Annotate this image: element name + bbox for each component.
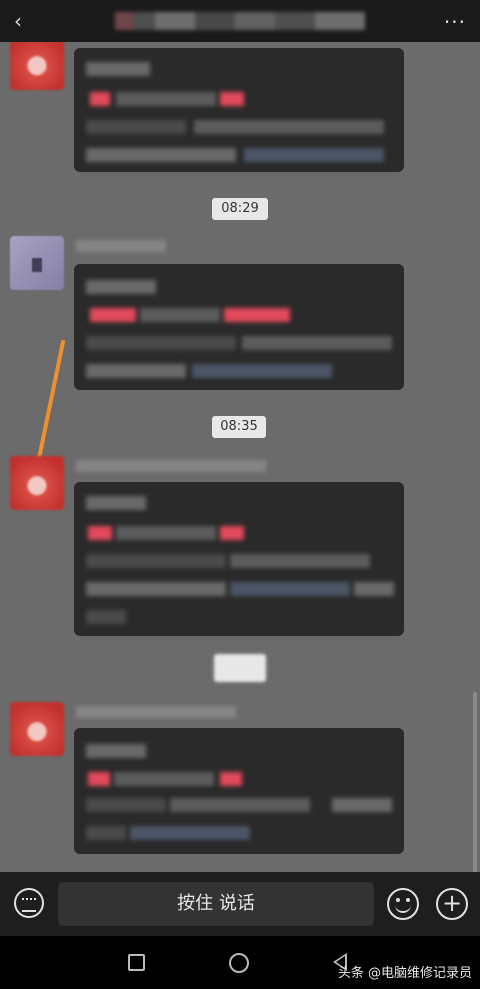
timestamp: 08:35: [212, 416, 266, 438]
message-bubble[interactable]: [74, 728, 404, 854]
hold-to-talk-button[interactable]: 按住 说话: [58, 882, 374, 926]
system-nav-bar: 头条 @电脑维修记录员: [0, 936, 480, 989]
keyboard-toggle-icon[interactable]: [14, 888, 44, 918]
watermark: 头条 @电脑维修记录员: [337, 966, 472, 981]
top-bar: ‹ ···: [0, 0, 480, 42]
avatar[interactable]: [10, 42, 64, 90]
avatar[interactable]: [10, 702, 64, 756]
home-icon[interactable]: [229, 953, 249, 973]
sender-name-redacted: [76, 240, 166, 252]
message-bubble[interactable]: [74, 48, 404, 172]
emoji-icon[interactable]: [387, 888, 419, 920]
sender-name-redacted: [76, 460, 266, 472]
chat-title-redacted: [115, 12, 365, 30]
message-bubble[interactable]: [74, 264, 404, 390]
timestamp: 08:29: [212, 198, 268, 220]
message-bubble[interactable]: [74, 482, 404, 636]
scrollbar[interactable]: [473, 692, 477, 872]
timestamp-redacted: [214, 654, 266, 682]
avatar[interactable]: [10, 456, 64, 510]
back-icon[interactable]: ‹: [14, 10, 36, 32]
chat-message-list[interactable]: 08:29 08:35: [0, 42, 480, 872]
sender-name-redacted: [76, 706, 236, 718]
recent-apps-icon[interactable]: [128, 954, 145, 971]
plus-icon[interactable]: +: [436, 888, 468, 920]
avatar[interactable]: [10, 236, 64, 290]
input-bar: 按住 说话 +: [0, 872, 480, 936]
more-options-icon[interactable]: ···: [444, 10, 466, 34]
